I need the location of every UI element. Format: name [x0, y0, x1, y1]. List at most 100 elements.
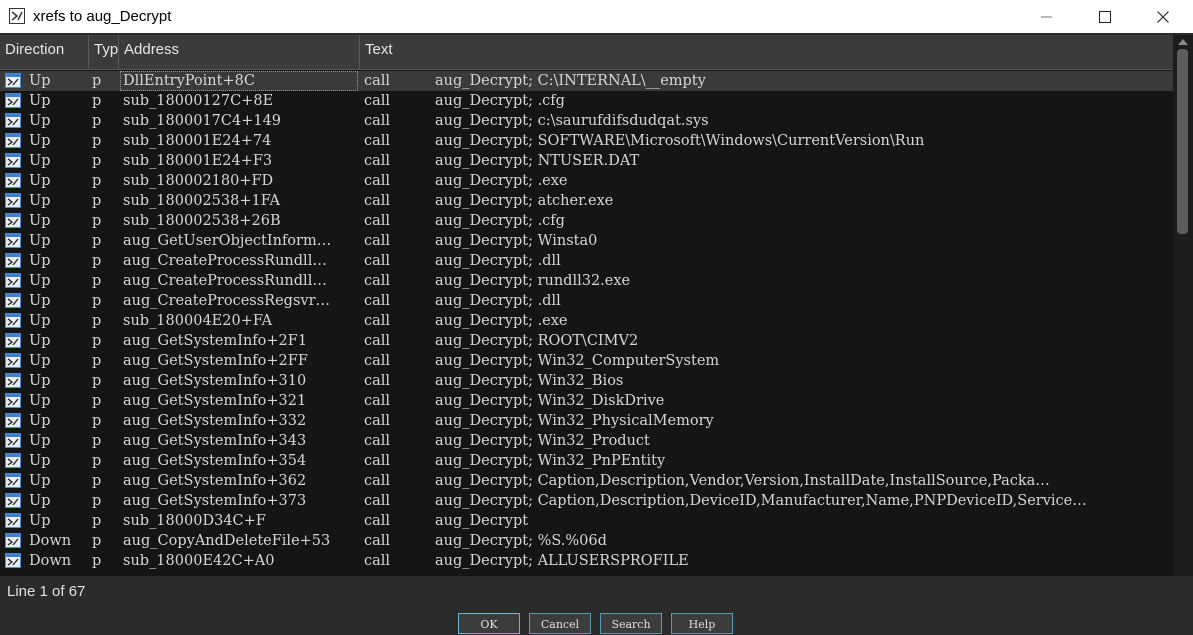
- xref-address: aug_GetSystemInfo+343: [123, 433, 307, 449]
- xref-row[interactable]: Up p DllEntryPoint+8C call aug_Decrypt; C:\I…: [0, 71, 1173, 91]
- xref-row[interactable]: Up p sub_1800017C4+149 call aug_Decrypt; c:\…: [0, 111, 1173, 131]
- xref-row[interactable]: Up p sub_180004E20+FA call aug_Decrypt; .exe: [0, 311, 1173, 331]
- xref-row[interactable]: Up p aug_GetSystemInfo+362 call aug_Decrypt;…: [0, 471, 1173, 491]
- xref-instruction: call: [364, 253, 391, 269]
- xref-instruction: call: [364, 413, 391, 429]
- column-header-text[interactable]: Text: [360, 35, 1173, 69]
- xref-row[interactable]: Up p aug_GetSystemInfo+321 call aug_Decrypt;…: [0, 391, 1173, 411]
- xref-row[interactable]: Up p aug_GetUserObjectInform… call aug_Decry…: [0, 231, 1173, 251]
- xref-address: aug_GetSystemInfo+2F1: [123, 333, 308, 349]
- xref-direction: Up: [29, 93, 51, 109]
- xref-icon: [5, 271, 23, 291]
- xref-text: aug_Decrypt; c:\saurufdifsdudqat.sys: [435, 113, 709, 129]
- xref-type: p: [92, 113, 102, 129]
- xref-row[interactable]: Up p sub_180002180+FD call aug_Decrypt; .exe: [0, 171, 1173, 191]
- xref-icon: [5, 431, 23, 451]
- xref-instruction: call: [364, 93, 391, 109]
- minimize-button[interactable]: [1018, 0, 1076, 33]
- xref-address: aug_GetSystemInfo+373: [123, 493, 307, 509]
- xref-direction: Up: [29, 213, 51, 229]
- xref-row[interactable]: Up p aug_GetSystemInfo+373 call aug_Decrypt;…: [0, 491, 1173, 511]
- xref-direction: Down: [29, 553, 72, 569]
- xref-direction: Up: [29, 293, 51, 309]
- xref-instruction: call: [364, 273, 391, 289]
- ok-button[interactable]: OK: [458, 613, 520, 634]
- xref-row[interactable]: Up p sub_18000D34C+F call aug_Decrypt: [0, 511, 1173, 531]
- xref-row[interactable]: Up p aug_CreateProcessRundll… call aug_Decry…: [0, 251, 1173, 271]
- xref-text: aug_Decrypt; ALLUSERSPROFILE: [435, 553, 689, 569]
- xref-direction: Up: [29, 133, 51, 149]
- xref-instruction: call: [364, 113, 391, 129]
- xref-instruction: call: [364, 233, 391, 249]
- search-button[interactable]: Search: [600, 613, 662, 634]
- xref-instruction: call: [364, 173, 391, 189]
- title-bar: xrefs to aug_Decrypt: [0, 0, 1193, 33]
- xref-row[interactable]: Up p sub_180001E24+F3 call aug_Decrypt; NTUS…: [0, 151, 1173, 171]
- xref-row[interactable]: Down p sub_18000E42C+A0 call aug_Decrypt; AL…: [0, 551, 1173, 571]
- xref-direction: Up: [29, 453, 51, 469]
- xref-icon: [5, 411, 23, 431]
- xref-row[interactable]: Down p aug_CopyAndDeleteFile+53 call aug_Dec…: [0, 531, 1173, 551]
- column-header-type[interactable]: Typ: [89, 35, 119, 69]
- xref-type: p: [92, 173, 102, 189]
- help-button[interactable]: Help: [671, 613, 733, 634]
- xref-row[interactable]: Up p aug_GetSystemInfo+354 call aug_Decrypt;…: [0, 451, 1173, 471]
- xref-type: p: [92, 473, 102, 489]
- window-title: xrefs to aug_Decrypt: [33, 8, 172, 25]
- xref-instruction: call: [364, 513, 391, 529]
- xref-text: aug_Decrypt; SOFTWARE\Microsoft\Windows\…: [435, 133, 925, 149]
- close-button[interactable]: [1134, 0, 1192, 33]
- xref-address: sub_18000127C+8E: [123, 93, 274, 109]
- xref-row[interactable]: Up p aug_GetSystemInfo+310 call aug_Decrypt;…: [0, 371, 1173, 391]
- xref-text: aug_Decrypt; Win32_DiskDrive: [435, 393, 665, 409]
- xref-row[interactable]: Up p aug_GetSystemInfo+332 call aug_Decrypt;…: [0, 411, 1173, 431]
- xref-instruction: call: [364, 313, 391, 329]
- xref-direction: Up: [29, 113, 51, 129]
- vertical-scrollbar[interactable]: [1173, 35, 1193, 576]
- xref-direction: Up: [29, 473, 51, 489]
- xref-row[interactable]: Up p aug_CreateProcessRundll… call aug_Decry…: [0, 271, 1173, 291]
- xref-text: aug_Decrypt; Winsta0: [435, 233, 598, 249]
- xref-type: p: [92, 293, 102, 309]
- xref-address: sub_180002538+26B: [123, 213, 281, 229]
- xref-row[interactable]: Up p sub_18000127C+8E call aug_Decrypt; .cfg: [0, 91, 1173, 111]
- cancel-button[interactable]: Cancel: [529, 613, 591, 634]
- xref-address: aug_GetSystemInfo+321: [123, 393, 307, 409]
- xref-instruction: call: [364, 393, 391, 409]
- maximize-button[interactable]: [1076, 0, 1134, 33]
- xref-address: sub_180001E24+74: [123, 133, 272, 149]
- xref-type: p: [92, 273, 102, 289]
- xref-text: aug_Decrypt; .cfg: [435, 93, 565, 109]
- xref-instruction: call: [364, 433, 391, 449]
- xref-address: sub_180004E20+FA: [123, 313, 273, 329]
- xref-row[interactable]: Up p aug_CreateProcessRegsvr… call aug_Decry…: [0, 291, 1173, 311]
- xref-row[interactable]: Up p sub_180001E24+74 call aug_Decrypt; SOFT…: [0, 131, 1173, 151]
- xref-address: sub_180002538+1FA: [123, 193, 280, 209]
- xref-row[interactable]: Up p sub_180002538+26B call aug_Decrypt; .cf…: [0, 211, 1173, 231]
- scroll-up-arrow-icon[interactable]: [1178, 39, 1188, 45]
- xref-direction: Up: [29, 373, 51, 389]
- xrefs-list[interactable]: Direction Typ Address Text Up p DllEntryPo…: [0, 35, 1193, 576]
- xref-icon: [5, 551, 23, 571]
- xref-address: aug_CreateProcessRundll…: [123, 253, 327, 269]
- xref-instruction: call: [364, 353, 391, 369]
- xref-row[interactable]: Up p aug_GetSystemInfo+2F1 call aug_Decrypt;…: [0, 331, 1173, 351]
- xref-address: sub_18000E42C+A0: [123, 553, 275, 569]
- column-header-address[interactable]: Address: [119, 35, 360, 69]
- xref-icon: [5, 331, 23, 351]
- xref-icon: [5, 391, 23, 411]
- scrollbar-thumb[interactable]: [1177, 49, 1188, 234]
- column-header-direction[interactable]: Direction: [0, 35, 89, 69]
- xref-instruction: call: [364, 193, 391, 209]
- xref-type: p: [92, 233, 102, 249]
- xref-type: p: [92, 353, 102, 369]
- xref-row[interactable]: Up p aug_GetSystemInfo+2FF call aug_Decrypt;…: [0, 351, 1173, 371]
- xref-text: aug_Decrypt; Win32_Bios: [435, 373, 624, 389]
- xref-instruction: call: [364, 133, 391, 149]
- xref-text: aug_Decrypt; C:\INTERNAL\__empty: [435, 73, 706, 89]
- close-icon: [1157, 10, 1169, 23]
- xref-address: aug_GetSystemInfo+332: [123, 413, 307, 429]
- xref-row[interactable]: Up p sub_180002538+1FA call aug_Decrypt; atc…: [0, 191, 1173, 211]
- xref-row[interactable]: Up p aug_GetSystemInfo+343 call aug_Decrypt;…: [0, 431, 1173, 451]
- xref-address: sub_1800017C4+149: [123, 113, 282, 129]
